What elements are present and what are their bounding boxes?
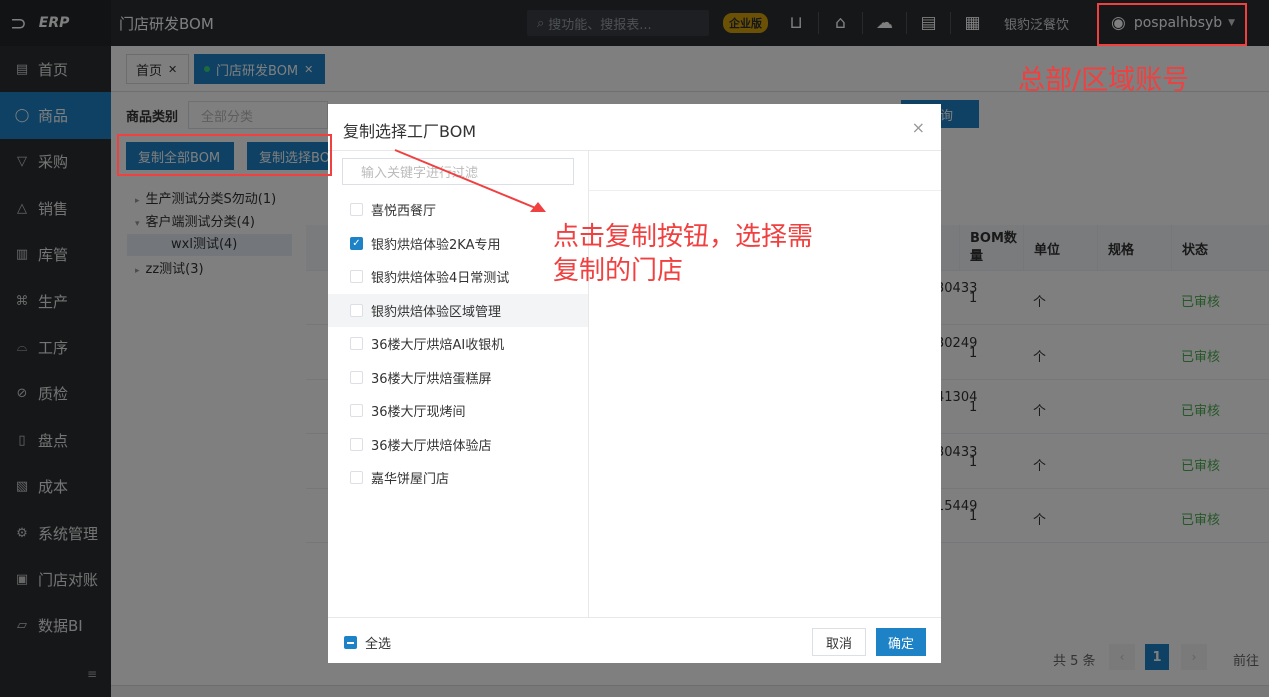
select-all-label: 全选 — [365, 637, 392, 652]
copy-annotation: 点击复制按钮，选择需 复制的门店 — [553, 220, 813, 288]
store-item[interactable]: ✓ 银豹烘焙体验2KA专用 — [328, 227, 588, 260]
checkbox-checked-icon[interactable]: ✓ — [350, 236, 363, 250]
store-list-pane: 输入关键字进行过滤 喜悦西餐厅 ✓ 银豹烘焙体验2KA专用 银豹烘焙体验4日常测试 银豹… — [328, 151, 589, 618]
store-label: 银豹烘焙体验2KA专用 — [371, 237, 501, 253]
copy-buttons-highlight-box — [117, 134, 332, 176]
store-item[interactable]: 36楼大厅现烤间 — [328, 394, 588, 427]
confirm-button[interactable]: 确定 — [876, 628, 926, 656]
checkbox-icon[interactable] — [350, 203, 363, 216]
copy-annotation-line1: 点击复制按钮，选择需 — [553, 222, 814, 252]
checkbox-icon[interactable] — [350, 270, 363, 283]
store-label: 银豹烘焙体验区域管理 — [371, 304, 502, 320]
store-label: 喜悦西餐厅 — [371, 204, 437, 219]
dialog-footer: 全选 取消 确定 — [328, 617, 941, 663]
store-item[interactable]: 嘉华饼屋门店 — [328, 461, 588, 494]
checkbox-icon[interactable] — [350, 303, 363, 317]
checkbox-icon[interactable] — [350, 370, 363, 384]
keyword-filter-input[interactable]: 输入关键字进行过滤 — [342, 158, 574, 185]
account-annotation: 总部/区域账号 — [1018, 65, 1190, 96]
dialog-title: 复制选择工厂BOM — [343, 122, 477, 141]
store-label: 嘉华饼屋门店 — [371, 472, 450, 487]
cancel-button[interactable]: 取消 — [812, 628, 866, 656]
store-label: 36楼大厅烘焙蛋糕屏 — [371, 371, 492, 387]
store-label: 银豹烘焙体验4日常测试 — [371, 271, 510, 286]
close-icon[interactable]: × — [912, 118, 925, 137]
checkbox-partial-icon — [344, 636, 357, 649]
store-item[interactable]: 36楼大厅烘焙AI收银机 — [328, 327, 588, 360]
store-item[interactable]: 喜悦西餐厅 — [328, 193, 588, 226]
store-label: 36楼大厅现烤间 — [371, 405, 466, 420]
store-item[interactable]: 36楼大厅烘焙蛋糕屏 — [328, 361, 588, 394]
selected-pane-header — [589, 151, 941, 191]
copy-bom-dialog: 复制选择工厂BOM × 输入关键字进行过滤 喜悦西餐厅 ✓ 银豹烘焙体验2KA专用银… — [328, 104, 941, 663]
store-label: 36楼大厅烘焙体验店 — [371, 438, 492, 454]
checkbox-icon[interactable] — [350, 471, 363, 484]
account-highlight-box — [1097, 3, 1247, 46]
checkbox-icon[interactable] — [350, 437, 363, 451]
checkbox-icon[interactable] — [350, 337, 363, 350]
store-item[interactable]: 36楼大厅烘焙体验店 — [328, 428, 588, 461]
copy-annotation-line2: 复制的门店 — [553, 256, 684, 286]
store-label: 36楼大厅烘焙AI收银机 — [371, 338, 505, 353]
checkbox-icon[interactable] — [350, 404, 363, 417]
store-item[interactable]: 银豹烘焙体验4日常测试 — [328, 260, 588, 293]
store-item[interactable]: 银豹烘焙体验区域管理 — [328, 293, 588, 327]
select-all-checkbox[interactable]: 全选 — [344, 633, 391, 652]
